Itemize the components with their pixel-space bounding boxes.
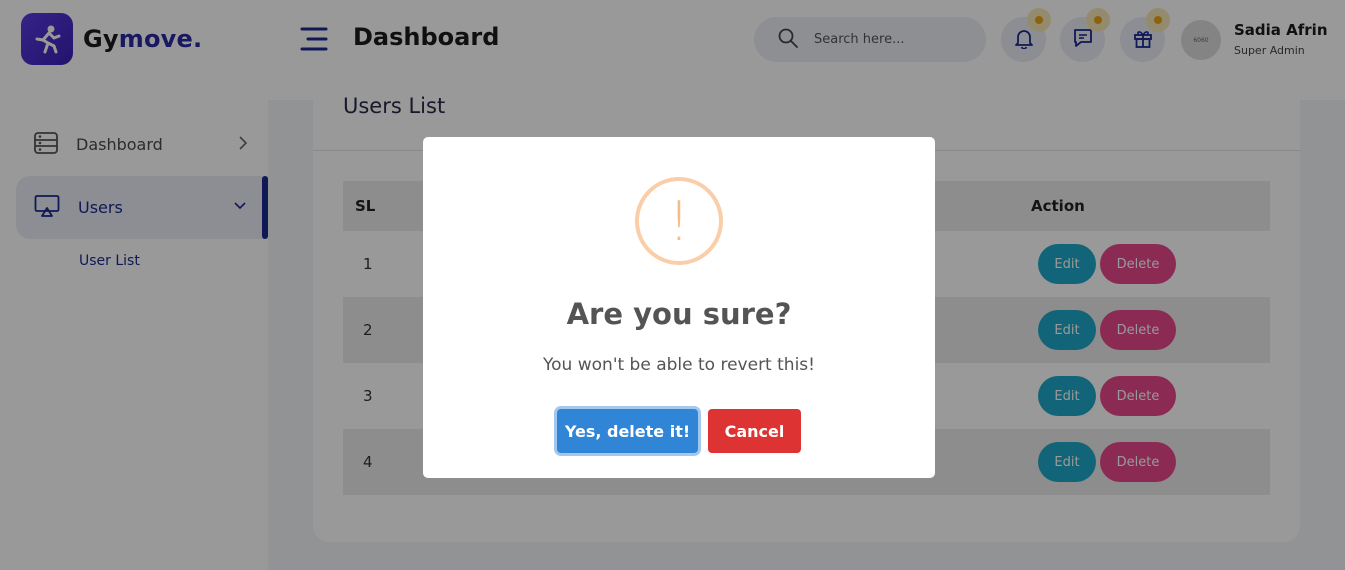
warning-icon: !: [635, 177, 723, 265]
dialog-message: You won't be able to revert this!: [543, 355, 815, 375]
confirm-delete-button[interactable]: Yes, delete it!: [557, 409, 698, 453]
cancel-button[interactable]: Cancel: [708, 409, 801, 453]
modal-backdrop[interactable]: ! Are you sure? You won't be able to rev…: [0, 0, 1345, 570]
dialog-title: Are you sure?: [566, 297, 792, 331]
confirm-delete-dialog: ! Are you sure? You won't be able to rev…: [423, 137, 935, 478]
